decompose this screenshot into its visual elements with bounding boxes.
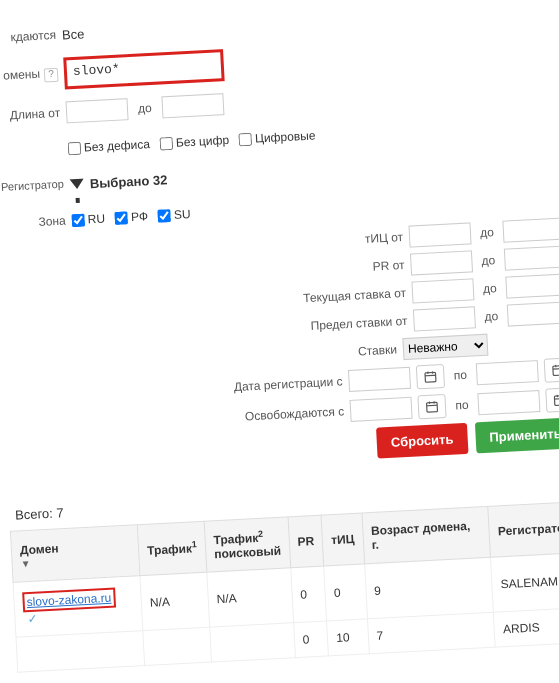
- pr-from-input[interactable]: [410, 250, 473, 275]
- tic-to-label: до: [477, 225, 498, 240]
- curbid-to-input[interactable]: [505, 273, 559, 298]
- maxbid-from-label: Предел ставки от: [310, 314, 408, 333]
- domain-link[interactable]: slovo-zakona.ru: [26, 591, 111, 609]
- maxbid-to-label: до: [481, 309, 502, 324]
- pr-from-label: PR от: [372, 258, 405, 274]
- check-icon: ✓: [27, 612, 38, 627]
- length-from-input[interactable]: [66, 98, 129, 123]
- col-tic[interactable]: тИЦ: [321, 513, 364, 566]
- release-from-input[interactable]: [350, 397, 413, 422]
- regdate-from-label: Дата регистрации с: [234, 374, 343, 394]
- cell-registrar: SALENAM: [491, 553, 559, 613]
- digital-checkbox[interactable]: [239, 132, 253, 146]
- zone-su-label: SU: [174, 207, 191, 222]
- cell-traffic-search: N/A: [207, 568, 294, 627]
- zone-su-checkbox[interactable]: [158, 209, 172, 223]
- cell-traffic: N/A: [140, 572, 210, 630]
- release-po-label: по: [452, 398, 473, 413]
- tic-to-input[interactable]: [502, 217, 559, 242]
- col-traffic[interactable]: Трафик1: [137, 521, 206, 575]
- results-table: Домен ▼ Трафик1 Трафик2поисковый PR тИЦ …: [10, 501, 559, 673]
- registrar-selected[interactable]: Выбрано 32: [89, 172, 167, 191]
- no-hyphen-checkbox[interactable]: [68, 141, 82, 155]
- zone-rf-checkbox[interactable]: [115, 211, 129, 225]
- maxbid-from-input[interactable]: [413, 306, 476, 331]
- cell-pr: 0: [290, 566, 327, 623]
- tic-from-input[interactable]: [408, 222, 471, 247]
- col-age[interactable]: Возраст домена, г.: [362, 506, 491, 564]
- col-traffic-search[interactable]: Трафик2поисковый: [204, 517, 290, 572]
- pr-to-input[interactable]: [504, 245, 559, 270]
- cell-age: 7: [367, 612, 495, 654]
- zone-ru-label: RU: [87, 212, 105, 227]
- apply-button[interactable]: Применить: [475, 417, 559, 453]
- curbid-to-label: до: [480, 281, 501, 296]
- col-pr[interactable]: PR: [288, 515, 324, 568]
- release-from-label: Освобождаются с: [245, 404, 345, 423]
- cell-age: 9: [364, 557, 493, 619]
- curbid-from-input[interactable]: [411, 278, 474, 303]
- funnel-icon[interactable]: [70, 179, 85, 190]
- regdate-to-input[interactable]: [476, 360, 539, 385]
- col-registrar[interactable]: Регистратор: [488, 502, 559, 558]
- calendar-icon[interactable]: [544, 357, 559, 382]
- bids-label: Ставки: [358, 342, 398, 358]
- bids-select[interactable]: Неважно: [402, 334, 488, 360]
- zone-rf-label: РФ: [131, 209, 149, 224]
- zone-ru-checkbox[interactable]: [71, 213, 85, 227]
- cell-tic: 0: [324, 564, 367, 621]
- reset-button[interactable]: Сбросить: [376, 423, 468, 459]
- calendar-icon[interactable]: [416, 364, 445, 389]
- calendar-icon[interactable]: [417, 394, 446, 419]
- calendar-icon[interactable]: [545, 387, 559, 412]
- domains-label: омены?: [0, 65, 64, 85]
- maxbid-to-input[interactable]: [507, 301, 559, 326]
- length-to-input[interactable]: [161, 93, 224, 118]
- tic-from-label: тИЦ от: [365, 230, 404, 246]
- no-hyphen-label: Без дефиса: [84, 137, 151, 154]
- cell-tic: 10: [327, 619, 369, 656]
- length-from-label: Длина от: [0, 105, 66, 123]
- registrar-label: Регистратор: [0, 178, 70, 194]
- help-icon[interactable]: ?: [44, 68, 59, 83]
- regdate-from-input[interactable]: [348, 367, 411, 392]
- zone-label: Зона: [0, 213, 72, 231]
- length-to-label: до: [138, 101, 152, 116]
- cell-pr: 0: [293, 621, 328, 658]
- no-digits-checkbox[interactable]: [160, 136, 174, 150]
- curbid-from-label: Текущая ставка от: [303, 286, 407, 305]
- release-to-input[interactable]: [477, 390, 540, 415]
- no-digits-label: Без цифр: [176, 133, 230, 150]
- domains-input[interactable]: slovo*: [63, 49, 224, 89]
- col-domain[interactable]: Домен ▼: [10, 525, 140, 583]
- regdate-po-label: по: [450, 368, 471, 383]
- pr-to-label: до: [478, 253, 499, 268]
- cell-registrar: ARDIS: [494, 607, 559, 647]
- digital-label: Цифровые: [255, 128, 316, 145]
- highlighted-domain: slovo-zakona.ru: [22, 588, 116, 613]
- released-value[interactable]: Все: [62, 26, 85, 42]
- released-label: кдаются: [0, 28, 62, 46]
